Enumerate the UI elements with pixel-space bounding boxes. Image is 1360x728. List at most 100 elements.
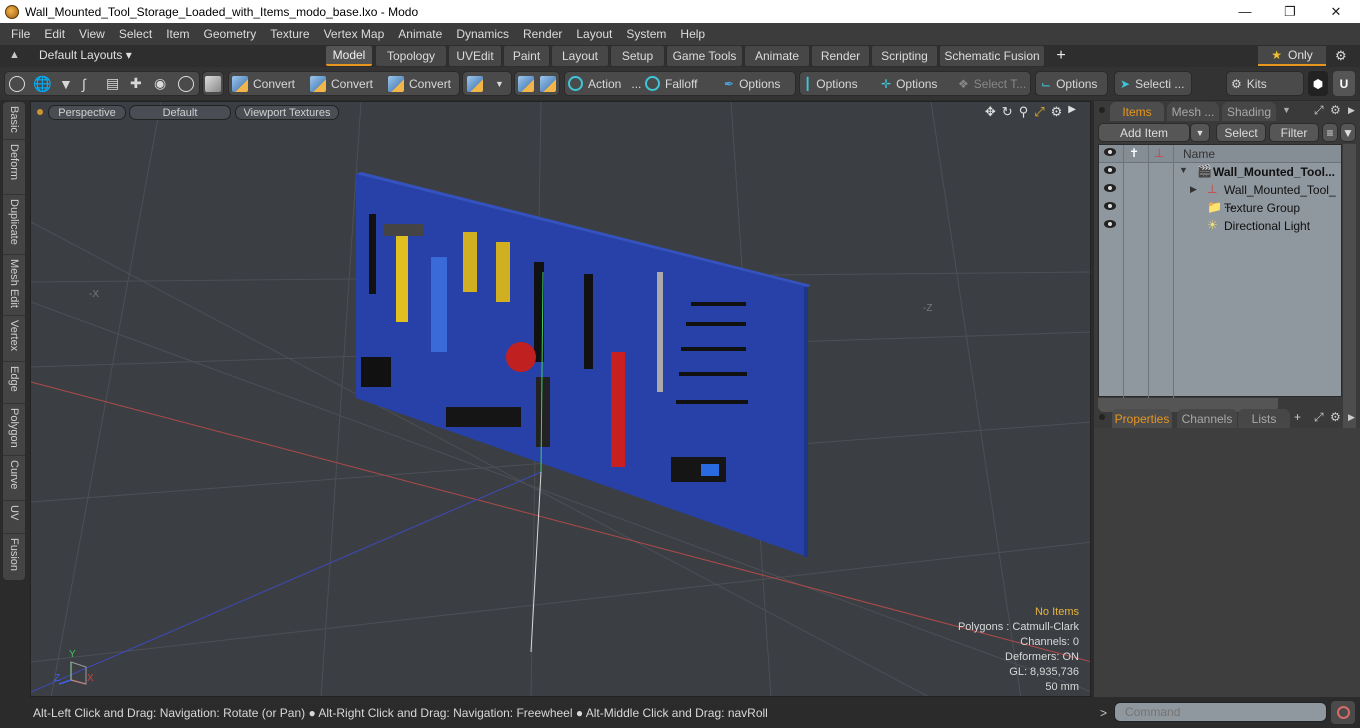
menu-geometry[interactable]: Geometry <box>197 27 264 41</box>
side-tab-deform[interactable]: Deform <box>3 140 25 195</box>
snap-button[interactable] <box>540 71 556 96</box>
side-tab-duplicate[interactable]: Duplicate <box>3 195 25 255</box>
panel-expand-icon[interactable]: ▶ <box>1348 412 1355 423</box>
menu-render[interactable]: Render <box>516 27 569 41</box>
side-tab-edge[interactable]: Edge <box>3 362 25 404</box>
options-button-1[interactable]: ✒ Options <box>724 71 780 96</box>
side-tab-vertex[interactable]: Vertex <box>3 316 25 362</box>
add-item-dropdown[interactable]: ▼ <box>1190 123 1210 142</box>
expand-triangle-icon[interactable]: ▼ <box>1179 165 1188 175</box>
workplane-button[interactable] <box>518 71 534 96</box>
polygons-mode-button[interactable]: ▤ <box>106 71 119 96</box>
globe-mode-button[interactable]: 🌐 <box>33 71 52 96</box>
menu-dynamics[interactable]: Dynamics <box>449 27 516 41</box>
zoom-magnifier-icon[interactable]: ⚲ <box>1019 104 1029 120</box>
tree-row-scene[interactable]: ▼ 🎬 Wall_Mounted_Tool... <box>1099 163 1341 181</box>
convert-button-2[interactable]: Convert <box>310 71 373 96</box>
options-button-2[interactable]: ┃ Options <box>804 71 858 96</box>
filter-button[interactable]: Filter <box>1269 123 1319 142</box>
rotate-icon[interactable]: ↻ <box>1002 104 1013 120</box>
options-button-4[interactable]: ⌙ Options <box>1041 71 1097 96</box>
view-mode-dropdown[interactable]: Perspective <box>48 105 126 120</box>
menu-select[interactable]: Select <box>112 27 159 41</box>
falloff-button[interactable]: Falloff <box>645 71 697 96</box>
close-button[interactable]: ✕ <box>1313 0 1359 23</box>
side-tab-mesh-edit[interactable]: Mesh Edit <box>3 255 25 316</box>
shading-dropdown[interactable]: Default <box>129 105 231 120</box>
tab-paint[interactable]: Paint <box>504 46 549 66</box>
select-through-button[interactable]: ❖ Select T... <box>958 71 1026 96</box>
menu-layout[interactable]: Layout <box>569 27 619 41</box>
tree-row-texture-group[interactable]: 📁 Texture Group <box>1099 199 1341 217</box>
pivot-mode-button[interactable] <box>178 71 194 96</box>
side-tab-basic[interactable]: Basic <box>3 102 25 140</box>
tab-shading[interactable]: Shading <box>1222 102 1276 121</box>
menu-help[interactable]: Help <box>673 27 712 41</box>
viewport-options-dot[interactable] <box>37 109 43 115</box>
panel-gear-icon[interactable]: ⚙ <box>1330 410 1341 424</box>
tab-topology[interactable]: Topology <box>376 46 446 66</box>
menu-system[interactable]: System <box>619 27 673 41</box>
menu-vertex-map[interactable]: Vertex Map <box>317 27 392 41</box>
panel-maximize-icon[interactable]: ⤢ <box>1314 103 1324 118</box>
items-mode-button[interactable]: ✚ <box>130 71 142 96</box>
tab-lists[interactable]: Lists <box>1238 409 1290 428</box>
visibility-eye-icon[interactable] <box>1104 166 1116 174</box>
options-button-3[interactable]: ✛ Options <box>881 71 937 96</box>
menu-edit[interactable]: Edit <box>37 27 72 41</box>
add-layout-tab-button[interactable]: + <box>1050 46 1072 66</box>
expand-right-icon[interactable]: ▶ <box>1068 104 1076 120</box>
tab-render[interactable]: Render <box>812 46 869 66</box>
tab-channels[interactable]: Channels <box>1177 409 1237 428</box>
materials-mode-button[interactable]: ◉ <box>154 71 166 96</box>
default-layouts-dropdown[interactable]: Default Layouts ▾ <box>39 48 132 62</box>
visibility-eye-icon[interactable] <box>1104 184 1116 192</box>
tab-model[interactable]: Model <box>326 46 372 66</box>
tab-items[interactable]: Items <box>1110 102 1164 121</box>
selection-sets-button[interactable]: ➤ Selecti ... <box>1120 71 1184 96</box>
command-record-button[interactable] <box>1331 701 1355 724</box>
unreal-button[interactable]: U <box>1333 71 1355 96</box>
cube-tool-button[interactable] <box>467 71 483 96</box>
tab-uvedit[interactable]: UVEdit <box>449 46 501 66</box>
cube-dropdown-button[interactable]: ▼ <box>495 71 504 96</box>
kits-button[interactable]: ⚙ Kits <box>1231 71 1267 96</box>
select-button[interactable]: Select <box>1216 123 1266 142</box>
tab-setup[interactable]: Setup <box>611 46 664 66</box>
menu-view[interactable]: View <box>72 27 112 41</box>
menu-file[interactable]: File <box>4 27 37 41</box>
add-tab-button[interactable]: + <box>1294 410 1301 424</box>
cube-view-button[interactable]: ⬢ <box>1308 71 1328 96</box>
side-tab-uv[interactable]: UV <box>3 501 25 534</box>
tab-scripting[interactable]: Scripting <box>872 46 937 66</box>
menu-animate[interactable]: Animate <box>391 27 449 41</box>
pen-mode-button[interactable]: ▼ <box>59 71 73 96</box>
pan-move-icon[interactable]: ✥ <box>985 104 996 120</box>
command-input[interactable] <box>1114 702 1327 722</box>
3d-viewport[interactable]: -X -Z Y X Z Perspective Default Viewport… <box>30 101 1091 697</box>
minimize-button[interactable]: — <box>1222 0 1268 23</box>
edges-mode-button[interactable]: ∫ <box>82 71 86 96</box>
menu-item[interactable]: Item <box>159 27 196 41</box>
visibility-eye-icon[interactable] <box>1104 220 1116 228</box>
convert-button-1[interactable]: Convert <box>232 71 295 96</box>
funnel-filter-button[interactable]: ▼ <box>1340 123 1356 142</box>
collapse-up-icon[interactable]: ▲ <box>9 49 20 61</box>
viewport-textures-dropdown[interactable]: Viewport Textures <box>235 105 339 120</box>
tab-game-tools[interactable]: Game Tools <box>667 46 742 66</box>
gear-icon[interactable]: ⚙ <box>1335 48 1347 64</box>
maximize-arrows-icon[interactable]: ⤢ <box>1034 104 1044 120</box>
name-column-header[interactable]: Name <box>1183 147 1215 161</box>
side-tab-curve[interactable]: Curve <box>3 456 25 501</box>
side-tab-fusion[interactable]: Fusion <box>3 534 25 580</box>
menu-texture[interactable]: Texture <box>263 27 316 41</box>
tab-properties[interactable]: Properties <box>1112 409 1172 428</box>
panel-expand-icon[interactable]: ▶ <box>1348 105 1355 116</box>
tab-layout[interactable]: Layout <box>552 46 608 66</box>
convert-button-3[interactable]: Convert <box>388 71 451 96</box>
tree-row-mesh[interactable]: ▶ ⊥ Wall_Mounted_Tool_ ... <box>1099 181 1341 211</box>
mesh-cube-button[interactable] <box>205 71 221 96</box>
list-options-button[interactable]: ≡ <box>1322 123 1338 142</box>
tree-row-directional-light[interactable]: ☀ Directional Light <box>1099 217 1341 235</box>
panel-maximize-icon[interactable]: ⤢ <box>1314 410 1324 425</box>
